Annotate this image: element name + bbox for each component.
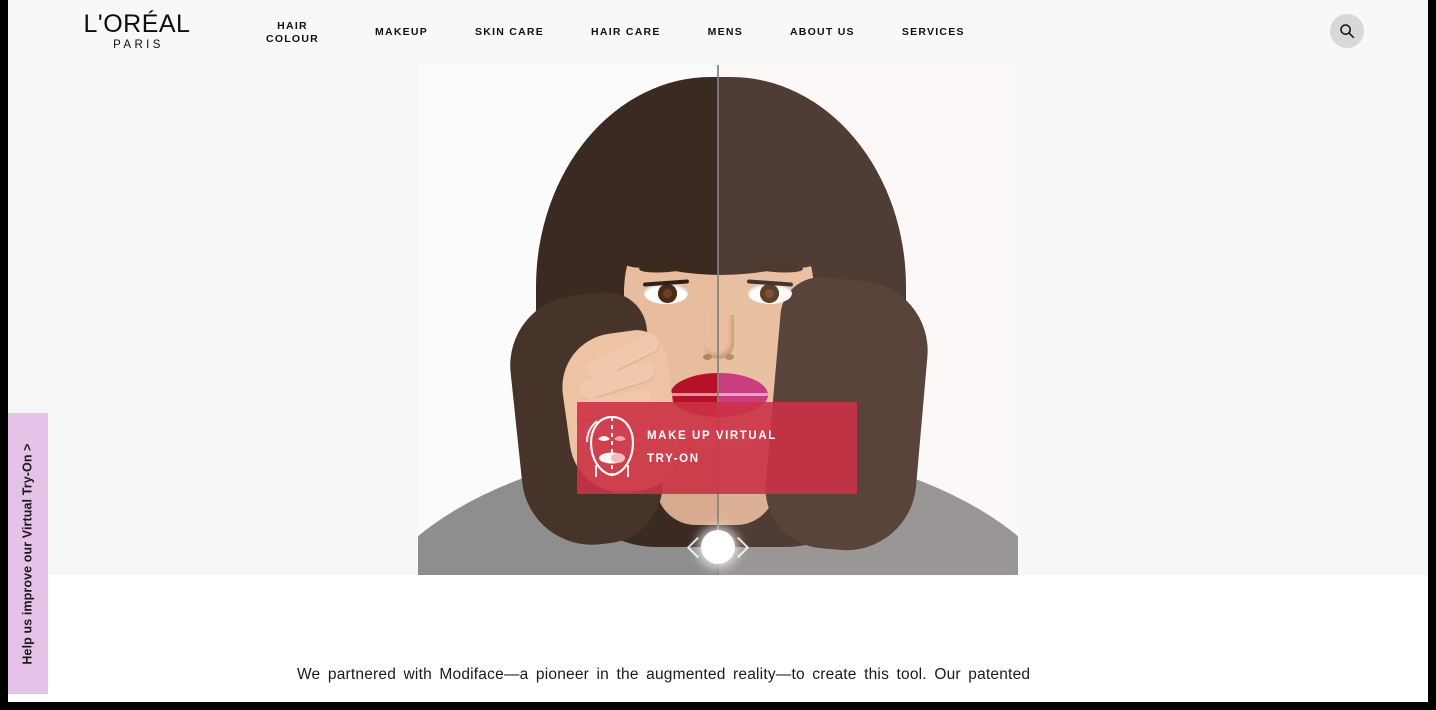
feedback-tab[interactable]: Help us improve our Virtual Try-On > [8,413,48,694]
intro-paragraph: We partnered with Modiface—a pioneer in … [297,666,1031,683]
nav-item-mens[interactable]: MENS [708,26,743,39]
makeup-virtual-tryon-banner-wrapper: MAKE UP VIRTUAL TRY-ON [577,402,857,494]
page-canvas: L'ORÉAL PARIS HAIR COLOUR MAKEUP SKIN CA… [8,0,1428,702]
makeup-virtual-tryon-label: MAKE UP VIRTUAL TRY-ON [647,430,777,465]
model-nostril-right [725,354,734,360]
nav-item-skin-care[interactable]: SKIN CARE [475,26,544,39]
nav-item-makeup[interactable]: MAKEUP [375,26,428,39]
nav-item-hair-colour[interactable]: HAIR COLOUR [266,20,319,46]
split-face-icon [577,402,647,494]
logo-subtext: PARIS [113,39,164,52]
comparison-divider-line [717,65,719,575]
comparison-slider-handle[interactable] [686,517,750,575]
search-icon [1340,24,1355,39]
model-iris-left [658,284,677,303]
logo-wordmark: L'ORÉAL [83,10,191,39]
model-lip-parting [670,393,768,396]
nav-item-services[interactable]: SERVICES [902,26,965,39]
search-button[interactable] [1330,14,1364,48]
nav-item-hair-care[interactable]: HAIR CARE [591,26,661,39]
main-navigation: HAIR COLOUR MAKEUP SKIN CARE HAIR CARE M… [266,0,965,65]
browser-viewport: L'ORÉAL PARIS HAIR COLOUR MAKEUP SKIN CA… [0,0,1436,710]
makeup-virtual-tryon-button[interactable]: MAKE UP VIRTUAL TRY-ON [577,402,857,494]
feedback-tab-label: Help us improve our Virtual Try-On > [21,442,36,665]
hero-section: MAKE UP VIRTUAL TRY-ON [8,65,1428,575]
nav-item-about-us[interactable]: ABOUT US [790,26,855,39]
site-header: L'ORÉAL PARIS HAIR COLOUR MAKEUP SKIN CA… [8,0,1428,87]
model-nostril-left [703,354,712,360]
before-after-comparison[interactable] [418,65,1018,575]
model-nose [704,315,734,359]
intro-copy-section: We partnered with Modiface—a pioneer in … [8,601,1428,702]
loreal-paris-logo[interactable]: L'ORÉAL PARIS [71,11,203,53]
model-iris-right [760,284,779,303]
